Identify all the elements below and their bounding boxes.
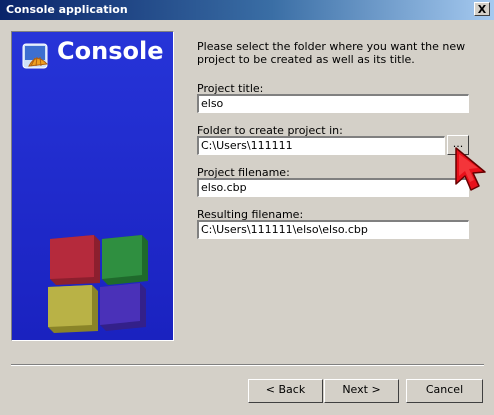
footer-divider	[11, 364, 484, 366]
folder-input[interactable]: C:\Users\111111	[197, 136, 445, 155]
banner-title: Console	[57, 37, 164, 65]
cancel-button[interactable]: Cancel	[406, 379, 483, 403]
instructions-text: Please select the folder where you want …	[197, 40, 466, 66]
resulting-filename-field: C:\Users\111111\elso\elso.cbp	[197, 220, 469, 239]
codeblocks-shell-icon	[22, 43, 49, 69]
project-filename-input[interactable]: elso.cbp	[197, 178, 469, 197]
cubes-graphic	[48, 235, 148, 333]
window-title: Console application	[6, 3, 128, 16]
wizard-banner: Console	[11, 31, 174, 341]
window-titlebar: Console application X	[0, 0, 494, 20]
project-title-input[interactable]: elso	[197, 94, 469, 113]
back-button[interactable]: < Back	[248, 379, 323, 403]
next-button[interactable]: Next >	[324, 379, 399, 403]
pointer-cursor-icon	[455, 147, 486, 191]
close-button[interactable]: X	[474, 2, 490, 16]
